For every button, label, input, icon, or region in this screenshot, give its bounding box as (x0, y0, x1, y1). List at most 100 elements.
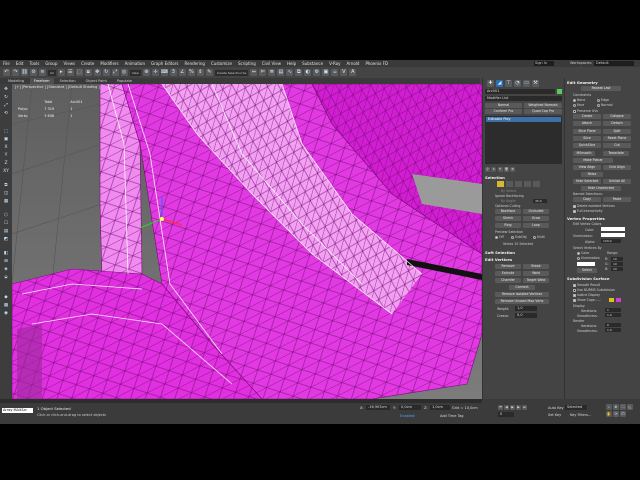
soft-selection-rollout-header[interactable]: Soft Selection (485, 250, 515, 255)
preview-off-radio[interactable]: Off (495, 235, 504, 239)
bind-spacewarp-icon[interactable]: ≋ (39, 69, 46, 76)
split-checkbox[interactable]: Split (603, 129, 631, 134)
menu-modifiers[interactable]: Modifiers (97, 61, 121, 66)
edit-vertices-rollout-header[interactable]: Edit Vertices (485, 257, 512, 262)
checker-icon[interactable]: ▩ (2, 302, 10, 309)
panel-icon[interactable]: ◩ (2, 236, 10, 243)
view-align-button[interactable]: View Align (573, 165, 601, 170)
vertex-level-icon[interactable] (497, 181, 504, 187)
spinner-snap-icon[interactable]: ⇕ (196, 69, 204, 76)
collapse-button[interactable]: Collapse (603, 114, 631, 119)
backface-button[interactable]: Backface (495, 209, 521, 214)
crease-spinner[interactable]: 0,0 (515, 313, 537, 318)
tessellate-button[interactable]: Tessellate (603, 151, 629, 156)
range-r-spinner[interactable]: 10 (611, 257, 623, 261)
menu-edit[interactable]: Edit (13, 61, 27, 66)
menu-create[interactable]: Create (78, 61, 97, 66)
key-filters-button[interactable]: Key Filters... (570, 413, 591, 417)
time-slider[interactable] (0, 399, 482, 403)
pin-stack-icon[interactable]: ⚲ (485, 167, 490, 172)
modifier-list-dropdown[interactable]: Modifier List (485, 96, 562, 101)
constraint-none-radio[interactable]: None (573, 98, 585, 102)
motion-tab-icon[interactable]: ◔ (514, 80, 521, 87)
menu-graph-editors[interactable]: Graph Editors (148, 61, 181, 66)
occluded-button[interactable]: Occluded (523, 209, 549, 214)
snap-toggle-icon[interactable]: 3 (169, 69, 177, 76)
menu-substance[interactable]: Substance (299, 61, 326, 66)
preview-multi-radio[interactable]: Multi (533, 235, 545, 239)
key-mode-dropdown[interactable]: Selected (565, 405, 587, 410)
cut-button[interactable]: Cut (603, 143, 631, 148)
stack-item-editable-poly[interactable]: Editable Poly (486, 117, 561, 122)
vray-icon[interactable]: V (340, 69, 348, 76)
rotate-icon[interactable]: ↻ (102, 69, 110, 76)
connect-button[interactable]: Connect (509, 285, 535, 290)
rotate-tool-icon[interactable]: ↻ (2, 94, 10, 101)
keyboard-shortcut-icon[interactable]: ⌨ (160, 69, 168, 76)
menu-animation[interactable]: Animation (122, 61, 148, 66)
layer-explorer-icon[interactable]: ≣ (268, 69, 276, 76)
selection-rollout-header[interactable]: Selection (485, 175, 505, 180)
select-manipulate-icon[interactable]: ✛ (151, 69, 159, 76)
target-icon[interactable]: ◉ (2, 310, 10, 317)
delete-isolated-checkbox[interactable]: Delete Isolated Vertices (573, 204, 615, 208)
subdivision-surface-rollout-header[interactable]: Subdivision Surface (567, 276, 610, 281)
coord-y-field[interactable]: 0,0cm (399, 405, 421, 410)
target-weld-button[interactable]: Target Weld (523, 278, 549, 283)
current-frame-field[interactable]: 0 (498, 412, 514, 417)
split-icon[interactable]: ◧ (2, 250, 10, 257)
menu-customize[interactable]: Customize (208, 61, 235, 66)
zoom-icon[interactable]: ⌕ (606, 404, 612, 410)
render-setup-icon[interactable]: ⚙ (313, 69, 321, 76)
move-tool-icon[interactable]: ✥ (2, 86, 10, 93)
slice-plane-button[interactable]: Slice Plane (573, 129, 601, 134)
material-editor-icon[interactable]: ◐ (304, 69, 312, 76)
border-level-icon[interactable] (515, 181, 522, 187)
edge-level-icon[interactable] (506, 181, 513, 187)
coord-z-field[interactable]: 1,0cm (430, 405, 450, 410)
weight-spinner[interactable]: 1,0 (515, 306, 537, 311)
named-selection-sets-dropdown[interactable]: Create Selection Se (214, 69, 249, 76)
display-tab-icon[interactable]: ▭ (523, 80, 530, 87)
diamond-icon[interactable]: ◈ (2, 266, 10, 273)
quickslice-button[interactable]: QuickSlice (573, 143, 601, 148)
region-tool-icon[interactable]: ▣ (2, 136, 10, 143)
arnold-icon[interactable]: A (349, 69, 357, 76)
snap-icon[interactable]: ⧉ (2, 182, 10, 189)
grow-button[interactable]: Grow (523, 216, 549, 221)
select-button[interactable]: Select (577, 268, 597, 273)
list-icon[interactable]: ▤ (2, 228, 10, 235)
percent-snap-icon[interactable]: % (187, 69, 195, 76)
fov-icon[interactable]: ◺ (627, 404, 633, 410)
shrink-button[interactable]: Shrink (495, 216, 521, 221)
modify-tab-icon[interactable]: ◢ (496, 80, 503, 87)
menu-tools[interactable]: Tools (26, 61, 42, 66)
range-b-spinner[interactable]: 10 (611, 267, 623, 271)
remove-unused-map-verts-button[interactable]: Remove Unused Map Verts (495, 299, 549, 304)
menu-vray[interactable]: V-Ray (326, 61, 343, 66)
edit-named-sets-icon[interactable]: ✎ (205, 69, 213, 76)
curve-editor-icon[interactable]: ∿ (286, 69, 294, 76)
display-smoothness-spinner[interactable]: 1,0 (605, 313, 621, 317)
utilities-tab-icon[interactable]: ⚒ (532, 80, 539, 87)
schematic-view-icon[interactable]: ⧉ (295, 69, 303, 76)
select-by-illumination-radio[interactable]: Illumination (577, 256, 600, 260)
by-angle-field[interactable]: 45,0 (533, 199, 547, 203)
coord-x-field[interactable]: -16,903cm (366, 405, 390, 410)
loop-button[interactable]: Loop (523, 223, 549, 228)
reset-plane-button[interactable]: Reset Plane (603, 136, 631, 141)
unhide-all-button[interactable]: Unhide All (603, 179, 631, 184)
angle-snap-icon[interactable]: ∠ (178, 69, 186, 76)
select-tool-icon[interactable]: ⬚ (2, 128, 10, 135)
prev-frame-icon[interactable]: ◀ (504, 405, 509, 410)
rect-selection-icon[interactable]: ⬚ (75, 69, 83, 76)
isoline-display-checkbox[interactable]: Isoline Display (573, 293, 600, 297)
pan-icon[interactable]: ✋ (606, 411, 612, 417)
next-frame-icon[interactable]: ▶ (516, 405, 521, 410)
render-icon[interactable]: ☕ (331, 69, 339, 76)
fill-icon[interactable]: ◆ (2, 294, 10, 301)
undo-view-icon[interactable]: ⟲ (2, 110, 10, 117)
display-iterations-spinner[interactable]: 1 (605, 308, 621, 312)
conform-pro-button[interactable]: Conform Pro (485, 109, 522, 114)
cage-color-swatch[interactable] (609, 298, 614, 302)
